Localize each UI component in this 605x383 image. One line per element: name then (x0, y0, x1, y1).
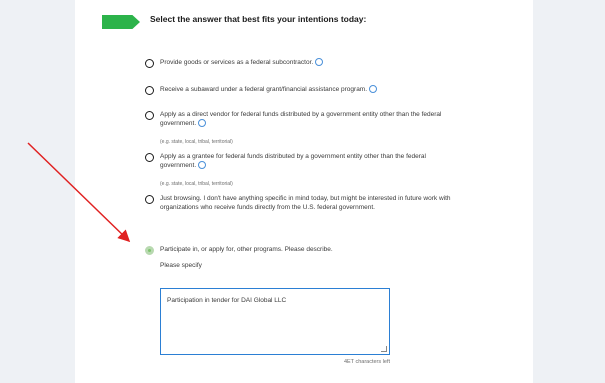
annotation-arrow-icon (27, 142, 131, 243)
